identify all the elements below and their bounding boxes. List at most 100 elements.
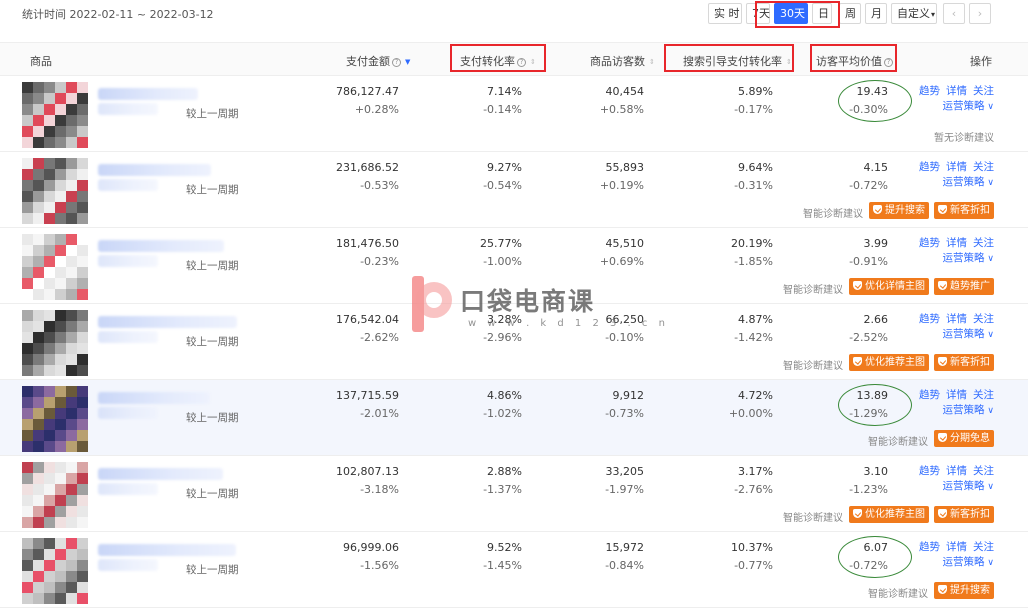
help-icon[interactable]: ?	[517, 58, 526, 67]
prev-page-button[interactable]: ‹	[943, 3, 965, 24]
trend-link[interactable]: 趋势	[919, 465, 940, 477]
cell-visitor-value-delta: -0.72%	[849, 559, 888, 572]
follow-link[interactable]: 关注	[973, 161, 994, 173]
diagnosis-tag-button[interactable]: 分期免息	[934, 430, 994, 447]
cell-pay-conversion-delta: -1.02%	[483, 407, 522, 420]
product-thumbnail[interactable]	[22, 538, 88, 604]
cell-pay-amount: 102,807.13	[336, 465, 399, 478]
product-title-blurred[interactable]	[98, 544, 236, 556]
product-title-blurred[interactable]	[98, 164, 211, 176]
col-visitors[interactable]: 商品访客数 ⇕	[590, 53, 655, 69]
period-30day-button[interactable]: 30天	[774, 3, 808, 24]
diagnosis-tag-button[interactable]: 新客折扣	[934, 354, 994, 371]
detail-link[interactable]: 详情	[946, 465, 967, 477]
help-icon[interactable]: ?	[884, 58, 893, 67]
chevron-right-icon: ›	[977, 7, 983, 20]
product-title-blurred[interactable]	[98, 240, 224, 252]
col-search-conversion[interactable]: 搜索引导支付转化率 ⇕	[683, 53, 792, 69]
strategy-dropdown[interactable]: 运营策略 ∨	[943, 478, 994, 493]
diagnosis-tag-label: 优化详情主图	[865, 281, 925, 292]
cell-pay-amount-delta: -0.23%	[360, 255, 399, 268]
period-week-button[interactable]: 周	[839, 3, 861, 24]
cell-pay-amount-delta: -1.56%	[360, 559, 399, 572]
help-icon[interactable]: ?	[392, 58, 401, 67]
strategy-dropdown[interactable]: 运营策略 ∨	[943, 250, 994, 265]
row-actions: 趋势 详情 关注	[913, 235, 994, 250]
chevron-down-icon: ∨	[984, 406, 994, 416]
sort-icon[interactable]: ⇕	[786, 59, 792, 66]
period-7day-button[interactable]: 7天	[746, 3, 770, 24]
follow-link[interactable]: 关注	[973, 313, 994, 325]
shield-check-icon	[938, 433, 947, 442]
detail-link[interactable]: 详情	[946, 313, 967, 325]
trend-link[interactable]: 趋势	[919, 237, 940, 249]
follow-link[interactable]: 关注	[973, 389, 994, 401]
product-title-blurred[interactable]	[98, 392, 210, 404]
col-pay-amount[interactable]: 支付金额? ▼	[346, 53, 411, 69]
trend-link[interactable]: 趋势	[919, 313, 940, 325]
strategy-dropdown[interactable]: 运营策略 ∨	[943, 174, 994, 189]
no-diagnosis-label: 暂无诊断建议	[934, 133, 994, 144]
detail-link[interactable]: 详情	[946, 85, 967, 97]
diagnosis-tag-button[interactable]: 新客折扣	[934, 506, 994, 523]
cell-pay-amount-delta: -3.18%	[360, 483, 399, 496]
strategy-dropdown[interactable]: 运营策略 ∨	[943, 554, 994, 569]
sort-icon[interactable]: ⇕	[649, 59, 655, 66]
detail-link[interactable]: 详情	[946, 389, 967, 401]
product-thumbnail[interactable]	[22, 386, 88, 452]
cell-search-conversion: 20.19%	[731, 237, 773, 250]
follow-link[interactable]: 关注	[973, 541, 994, 553]
row-actions: 趋势 详情 关注	[913, 539, 994, 554]
diagnosis-tag-button[interactable]: 趋势推广	[934, 278, 994, 295]
col-pay-conversion[interactable]: 支付转化率? ⇕	[460, 53, 536, 69]
diagnosis-tag-button[interactable]: 提升搜索	[869, 202, 929, 219]
shield-check-icon	[853, 281, 862, 290]
cell-visitors-delta: -0.10%	[605, 331, 644, 344]
period-month-button[interactable]: 月	[865, 3, 887, 24]
diagnosis-tag-label: 新客折扣	[950, 205, 990, 216]
period-custom-button[interactable]: 自定义▾	[891, 3, 937, 24]
next-page-button[interactable]: ›	[969, 3, 991, 24]
strategy-dropdown[interactable]: 运营策略 ∨	[943, 402, 994, 417]
table-row: 较上一周期 786,127.47 +0.28% 7.14% -0.14% 40,454 +0…	[0, 76, 1028, 152]
product-title-blurred[interactable]	[98, 468, 223, 480]
detail-link[interactable]: 详情	[946, 541, 967, 553]
detail-link[interactable]: 详情	[946, 237, 967, 249]
product-thumbnail[interactable]	[22, 310, 88, 376]
trend-link[interactable]: 趋势	[919, 161, 940, 173]
sort-desc-icon[interactable]: ▼	[405, 59, 411, 66]
product-title-blurred[interactable]	[98, 88, 198, 100]
strategy-dropdown[interactable]: 运营策略 ∨	[943, 326, 994, 341]
col-visitor-value[interactable]: 访客平均价值?	[816, 53, 893, 69]
follow-link[interactable]: 关注	[973, 465, 994, 477]
follow-link[interactable]: 关注	[973, 237, 994, 249]
detail-link[interactable]: 详情	[946, 161, 967, 173]
col-search-conversion-label: 搜索引导支付转化率	[683, 55, 782, 68]
strategy-dropdown[interactable]: 运营策略 ∨	[943, 98, 994, 113]
period-day-button[interactable]: 日	[812, 3, 832, 24]
chevron-down-icon: ∨	[984, 482, 994, 492]
table-row: 较上一周期 176,542.04 -2.62% 3.28% -2.96% 66,250 -0…	[0, 304, 1028, 380]
product-thumbnail[interactable]	[22, 82, 88, 148]
col-visitors-label: 商品访客数	[590, 55, 645, 68]
trend-link[interactable]: 趋势	[919, 541, 940, 553]
diagnosis-tag-button[interactable]: 优化推荐主图	[849, 354, 929, 371]
chevron-down-icon: ∨	[984, 102, 994, 112]
period-realtime-button[interactable]: 实 时	[708, 3, 742, 24]
trend-link[interactable]: 趋势	[919, 389, 940, 401]
sort-icon[interactable]: ⇕	[530, 59, 536, 66]
trend-link[interactable]: 趋势	[919, 85, 940, 97]
product-title-blurred	[98, 179, 158, 191]
follow-link[interactable]: 关注	[973, 85, 994, 97]
diagnosis-tag-button[interactable]: 新客折扣	[934, 202, 994, 219]
diagnosis-tag-button[interactable]: 优化推荐主图	[849, 506, 929, 523]
product-thumbnail[interactable]	[22, 158, 88, 224]
row-actions: 趋势 详情 关注	[913, 463, 994, 478]
cell-search-conversion: 3.17%	[738, 465, 773, 478]
product-thumbnail[interactable]	[22, 234, 88, 300]
product-title-blurred[interactable]	[98, 316, 237, 328]
diagnosis-tag-button[interactable]: 提升搜索	[934, 582, 994, 599]
product-thumbnail[interactable]	[22, 462, 88, 528]
diagnosis-tag-button[interactable]: 优化详情主图	[849, 278, 929, 295]
cell-pay-conversion: 3.28%	[487, 313, 522, 326]
